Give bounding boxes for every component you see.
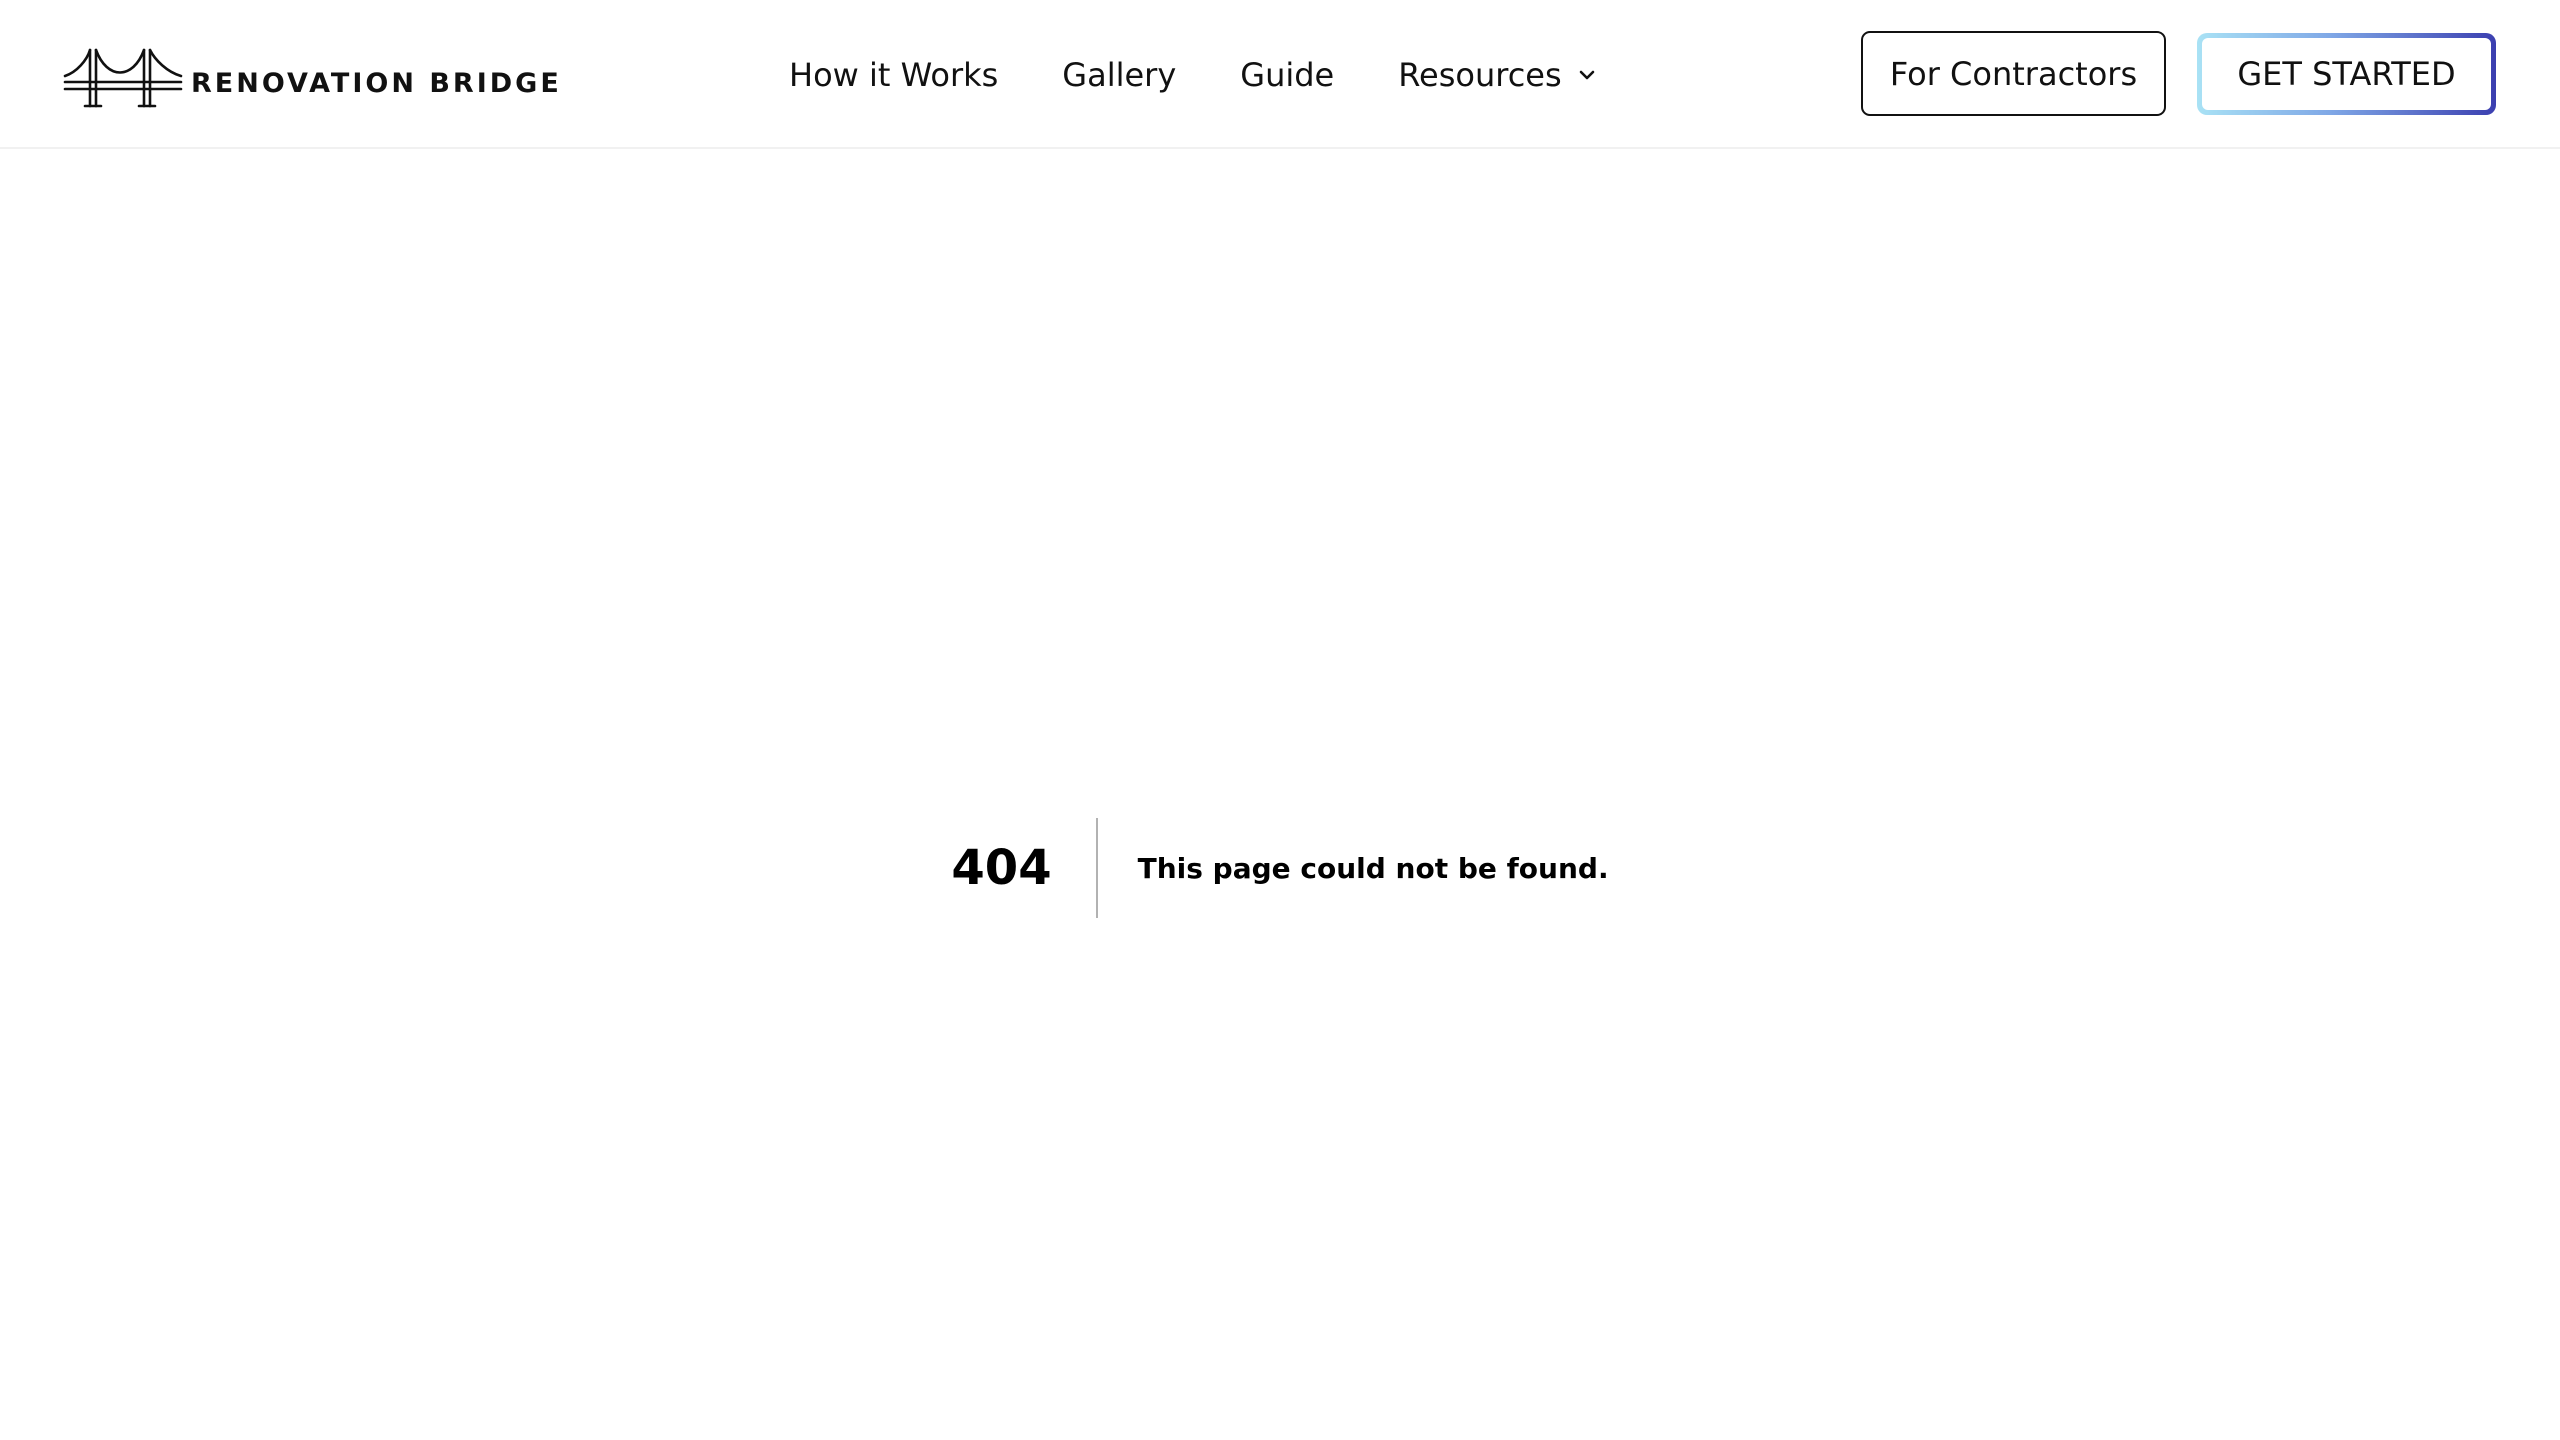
site-header: RENOVATION BRIDGE How it Works Gallery G… (0, 0, 2560, 149)
chevron-down-icon (1579, 70, 1594, 79)
error-message: This page could not be found. (1137, 851, 1609, 885)
error-section: 404 This page could not be found. (0, 818, 2560, 918)
nav-label: Gallery (1062, 55, 1177, 94)
nav-how-it-works[interactable]: How it Works (789, 56, 998, 94)
bridge-icon (63, 48, 183, 108)
nav-label: Resources (1398, 55, 1562, 94)
get-started-button[interactable]: GET STARTED (2197, 33, 2496, 115)
nav-label: Guide (1240, 55, 1335, 94)
error-code: 404 (951, 818, 1098, 918)
nav-guide[interactable]: Guide (1240, 56, 1334, 94)
nav-resources-dropdown[interactable]: Resources (1398, 56, 1597, 94)
nav-label: How it Works (789, 55, 999, 94)
logo-text: RENOVATION BRIDGE (191, 67, 562, 99)
logo-link[interactable]: RENOVATION BRIDGE (63, 46, 562, 110)
for-contractors-button[interactable]: For Contractors (1861, 31, 2166, 116)
nav-gallery[interactable]: Gallery (1062, 56, 1176, 94)
main-nav: How it Works Gallery Guide Resources (789, 0, 1598, 149)
get-started-label: GET STARTED (2202, 38, 2491, 110)
